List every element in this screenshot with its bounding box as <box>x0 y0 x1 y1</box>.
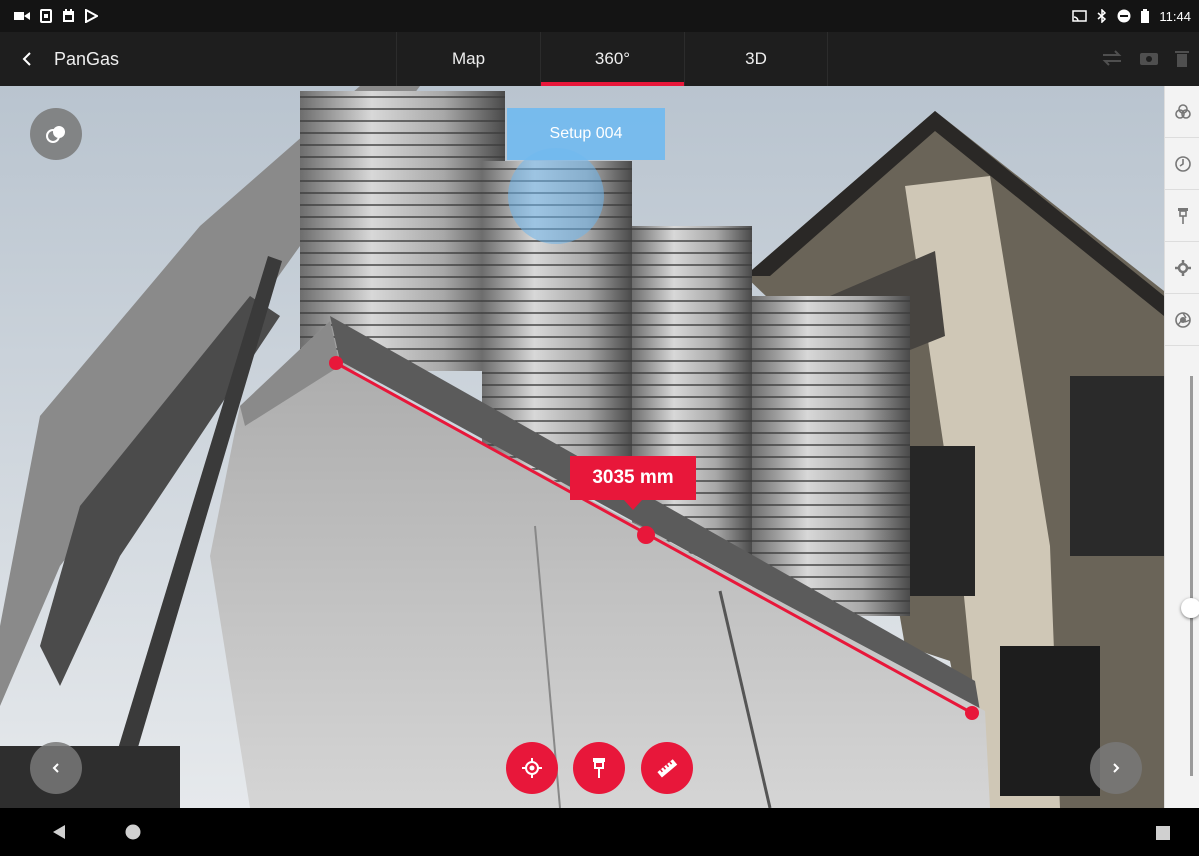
app-actions <box>1101 50 1199 68</box>
settings-button[interactable] <box>1165 242 1199 294</box>
panorama-viewport[interactable]: Setup 004 3035 mm <box>0 86 1164 808</box>
previous-setup-button[interactable] <box>30 742 82 794</box>
zoom-slider-track[interactable] <box>1190 376 1193 776</box>
cast-icon <box>1072 10 1088 22</box>
sim-icon <box>40 9 52 23</box>
do-not-disturb-icon <box>1117 9 1131 23</box>
delete-icon[interactable] <box>1175 50 1189 68</box>
pin-tool-button[interactable] <box>573 742 625 794</box>
status-right-icons: 11:44 <box>1072 9 1191 24</box>
navigation-bar <box>0 808 1199 856</box>
tab-360[interactable]: 360° <box>540 32 684 86</box>
clock-icon <box>1174 155 1191 172</box>
pin-icon <box>593 758 605 778</box>
chevron-left-icon <box>52 763 59 773</box>
layers-button[interactable] <box>1165 86 1199 138</box>
exposure-button[interactable] <box>1165 294 1199 346</box>
layers-icon <box>1174 103 1191 119</box>
nav-back-icon[interactable] <box>52 824 66 840</box>
calendar-icon <box>62 9 75 23</box>
zoom-slider-thumb[interactable] <box>1181 598 1199 618</box>
panorama-image <box>0 86 1164 808</box>
nav-recents-icon[interactable] <box>1156 826 1170 840</box>
video-icon <box>14 10 30 22</box>
measure-tool-button[interactable] <box>641 742 693 794</box>
pin-icon <box>1177 207 1188 224</box>
settings-icon <box>1174 259 1191 276</box>
battery-icon <box>1141 9 1150 23</box>
chevron-right-icon <box>1113 763 1120 773</box>
page-title: PanGas <box>54 48 120 69</box>
bluetooth-icon <box>1097 9 1107 23</box>
history-button[interactable] <box>1165 138 1199 190</box>
swap-icon[interactable] <box>1101 50 1123 66</box>
chevron-left-icon <box>22 52 31 66</box>
app-bar: PanGas Map 360° 3D <box>0 32 1199 86</box>
view-mode-icon <box>46 126 65 143</box>
back-button[interactable] <box>0 32 54 86</box>
pin-button[interactable] <box>1165 190 1199 242</box>
measurement-label[interactable]: 3035 mm <box>570 456 696 510</box>
right-toolbar <box>1164 86 1199 808</box>
target-tool-button[interactable] <box>506 742 558 794</box>
tab-map[interactable]: Map <box>396 32 540 86</box>
nav-home-icon[interactable] <box>125 824 141 840</box>
status-left-icons <box>14 9 98 23</box>
next-setup-button[interactable] <box>1090 742 1142 794</box>
ruler-icon <box>657 759 678 778</box>
view-tabs: Map 360° 3D <box>396 32 828 86</box>
camera-icon[interactable] <box>1139 50 1159 66</box>
status-bar: 11:44 <box>0 0 1199 32</box>
layers-toggle-button[interactable] <box>30 108 82 160</box>
setup-label[interactable]: Setup 004 <box>507 108 665 160</box>
tab-3d[interactable]: 3D <box>684 32 828 86</box>
target-icon <box>522 758 542 778</box>
status-time: 11:44 <box>1159 8 1191 24</box>
play-store-icon <box>85 9 98 23</box>
aperture-icon <box>1174 311 1191 328</box>
